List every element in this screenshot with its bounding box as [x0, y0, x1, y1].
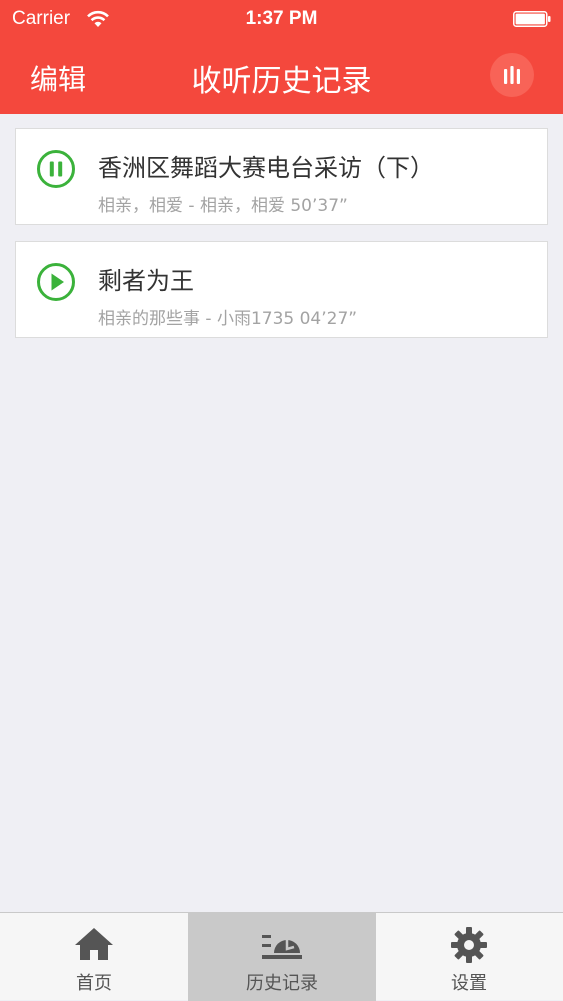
history-icon [262, 935, 302, 959]
history-item[interactable]: 剩者为王 相亲的那些事 - 小雨1735 04’27” [15, 241, 548, 338]
tab-bar: 首页 历史记录 设置 [0, 912, 563, 1001]
tab-settings[interactable]: 设置 [375, 913, 563, 1001]
history-item-subtitle: 相亲的那些事 - 小雨1735 04’27” [98, 309, 358, 329]
status-bar: Carrier 1:37 PM [0, 0, 563, 38]
history-item[interactable]: 香洲区舞蹈大赛电台采访（下） 相亲，相爱 - 相亲，相爱 50’37” [15, 128, 548, 225]
clock: 1:37 PM [245, 8, 318, 29]
equalizer-bars-icon [504, 66, 520, 84]
top-bar: Carrier 1:37 PM 编辑 收听历史记录 [0, 0, 563, 114]
navigation-bar: 编辑 收听历史记录 [0, 38, 563, 114]
page-title: 收听历史记录 [191, 64, 372, 99]
history-item-title: 剩者为王 [98, 267, 194, 295]
battery-icon [513, 11, 551, 27]
play-circle-icon[interactable] [36, 262, 76, 302]
tab-home[interactable]: 首页 [0, 913, 188, 1001]
pause-circle-icon[interactable] [36, 149, 76, 189]
history-item-title: 香洲区舞蹈大赛电台采访（下） [98, 154, 434, 182]
history-item-subtitle: 相亲，相爱 - 相亲，相爱 50’37” [98, 196, 348, 216]
home-icon [75, 928, 113, 960]
tab-home-label: 首页 [76, 973, 112, 994]
gear-icon [451, 927, 487, 963]
now-playing-button[interactable] [490, 53, 534, 97]
history-list: 香洲区舞蹈大赛电台采访（下） 相亲，相爱 - 相亲，相爱 50’37” 剩者为王… [15, 128, 548, 354]
tab-settings-label: 设置 [451, 973, 487, 994]
tab-history[interactable]: 历史记录 [188, 913, 376, 1001]
tab-history-label: 历史记录 [246, 973, 318, 994]
